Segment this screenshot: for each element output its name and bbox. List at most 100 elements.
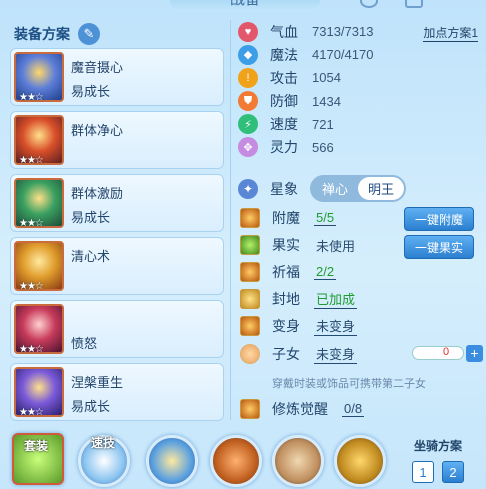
buddha-icon[interactable] [334,435,386,487]
cultivation-icon [240,399,260,419]
stat-value: 1434 [312,93,341,109]
skill-card[interactable]: ★★☆ 群体净心 [10,111,224,169]
quick-skill-button[interactable]: 速技 [78,435,130,487]
skill-tag: 愤怒 [71,336,98,351]
row-value: 未变身 [314,316,358,336]
row-value: 未使用 [316,238,356,254]
stat-row-speed: ⚡ 速度 721 [238,113,478,136]
child-count-bar: 0 [412,346,464,360]
fruit-icon [240,235,260,255]
star-rating: ★★☆ [19,218,44,229]
stat-label: 防御 [270,93,298,110]
blessing-icon [240,262,260,282]
page-title: 战备 [170,0,320,12]
one-click-enchant-button[interactable]: 一键附魔 [404,207,474,231]
stat-label: 灵力 [270,139,298,156]
panel-divider [230,20,231,420]
fruit-row: 果实 未使用 [240,232,357,258]
equipment-plan-header: 装备方案 ✎ [14,23,100,45]
edit-icon[interactable]: ✎ [78,23,100,45]
cultivation-row: 修炼觉醒 0/8 [240,396,365,422]
skill-name: 清心术 [71,249,111,264]
stat-label: 魔法 [270,46,298,63]
row-label: 变身 [272,318,300,334]
enchant-icon [240,208,260,228]
enchant-row: 附魔 5/5 [240,205,337,231]
row-label: 封地 [272,291,300,307]
toggle-option-chanxin[interactable]: 禅心 [312,177,358,200]
equipment-plan-label: 装备方案 [14,26,70,42]
toggle-option-mingwang[interactable]: 明王 [358,177,405,200]
row-value: 2/2 [314,264,337,280]
stat-row-defense: ⛊ 防御 1434 [238,90,478,113]
row-label: 修炼觉醒 [272,401,328,417]
constellation-label: 星象 [270,180,298,197]
skill-card-list: ★★☆ 魔音摄心 易成长 ★★☆ 群体净心 ★★☆ 群体激励 易成长 ★★☆ 清… [10,48,224,426]
star-rating: ★★☆ [19,92,44,103]
heart-icon: ♥ [238,21,258,42]
skill-card[interactable]: ★★☆ 清心术 [10,237,224,295]
row-value: 5/5 [314,210,337,226]
suit-label: 套装 [24,439,49,453]
add-child-button[interactable]: + [466,345,483,362]
pet-icon[interactable] [146,435,198,487]
row-label: 祈福 [272,264,300,280]
row-label: 果实 [272,237,300,253]
attack-icon: ! [238,67,258,88]
child-icon [240,344,260,364]
speed-icon: ⚡ [238,114,258,135]
blessing-row: 祈福 2/2 [240,259,337,285]
mount-plan-label: 坐骑方案 [414,439,463,453]
skill-card[interactable]: ★★☆ 群体激励 易成长 [10,174,224,232]
row-value: 已加成 [314,289,358,309]
transform-icon [240,316,260,336]
skill-name: 涅槃重生 [71,375,124,390]
spirit-icon: ✥ [238,137,258,158]
stat-row-mp: ◆ 魔法 4170/4170 [238,43,478,66]
skill-tag: 易成长 [71,210,111,225]
mount-plan-1-button[interactable]: 1 [412,461,434,483]
stat-value: 1054 [312,70,341,86]
row-label: 附魔 [272,210,300,226]
stat-label: 攻击 [270,69,298,86]
skill-name: 魔音摄心 [71,60,124,75]
stat-row-attack: ! 攻击 1054 [238,66,478,89]
stat-label: 气血 [270,23,298,40]
row-value: 0/8 [342,401,365,417]
star-rating: ★★☆ [19,155,44,166]
scroll-icon[interactable] [210,435,262,487]
skill-tag: 易成长 [71,84,111,99]
child-count: 0 [443,346,450,358]
skill-card[interactable]: ★★☆ 愤怒 [10,300,224,358]
skill-card[interactable]: ★★☆ 魔音摄心 易成长 [10,48,224,106]
monk-icon[interactable] [272,435,324,487]
skill-tag: 易成长 [71,399,111,414]
attribute-plan-link[interactable]: 加点方案1 [423,24,478,42]
share-icon[interactable] [405,0,423,8]
one-click-fruit-button[interactable]: 一键果实 [404,235,474,259]
star-rating: ★★☆ [19,344,44,355]
constellation-row: ✦ 星象 禅心 明王 [238,175,407,202]
stat-value: 721 [312,116,334,132]
info-icon[interactable] [360,0,378,8]
star-rating: ★★☆ [19,407,44,418]
quick-skill-label: 速技 [91,436,116,450]
fief-row: 封地 已加成 [240,286,358,312]
row-label: 子女 [272,346,300,362]
skill-card[interactable]: ★★☆ 涅槃重生 易成长 [10,363,224,421]
stat-value: 566 [312,139,334,155]
stat-label: 速度 [270,116,298,133]
hint-text: 穿戴时装或饰品可携带第二子女 [272,378,426,390]
transform-row: 变身 未变身 [240,313,358,339]
skill-name: 群体激励 [71,186,124,201]
star-icon: ✦ [238,178,258,199]
stat-row-spirit: ✥ 灵力 566 [238,136,478,159]
stat-value: 4170/4170 [312,47,374,63]
children-row: 子女 未变身 [240,341,358,367]
constellation-toggle[interactable]: 禅心 明王 [310,175,407,202]
stat-value: 7313/7313 [312,24,374,39]
suit-button[interactable]: 套装 [12,433,64,485]
diamond-icon: ◆ [238,44,258,65]
row-value: 未变身 [314,344,358,364]
mount-plan-2-button[interactable]: 2 [442,461,464,483]
